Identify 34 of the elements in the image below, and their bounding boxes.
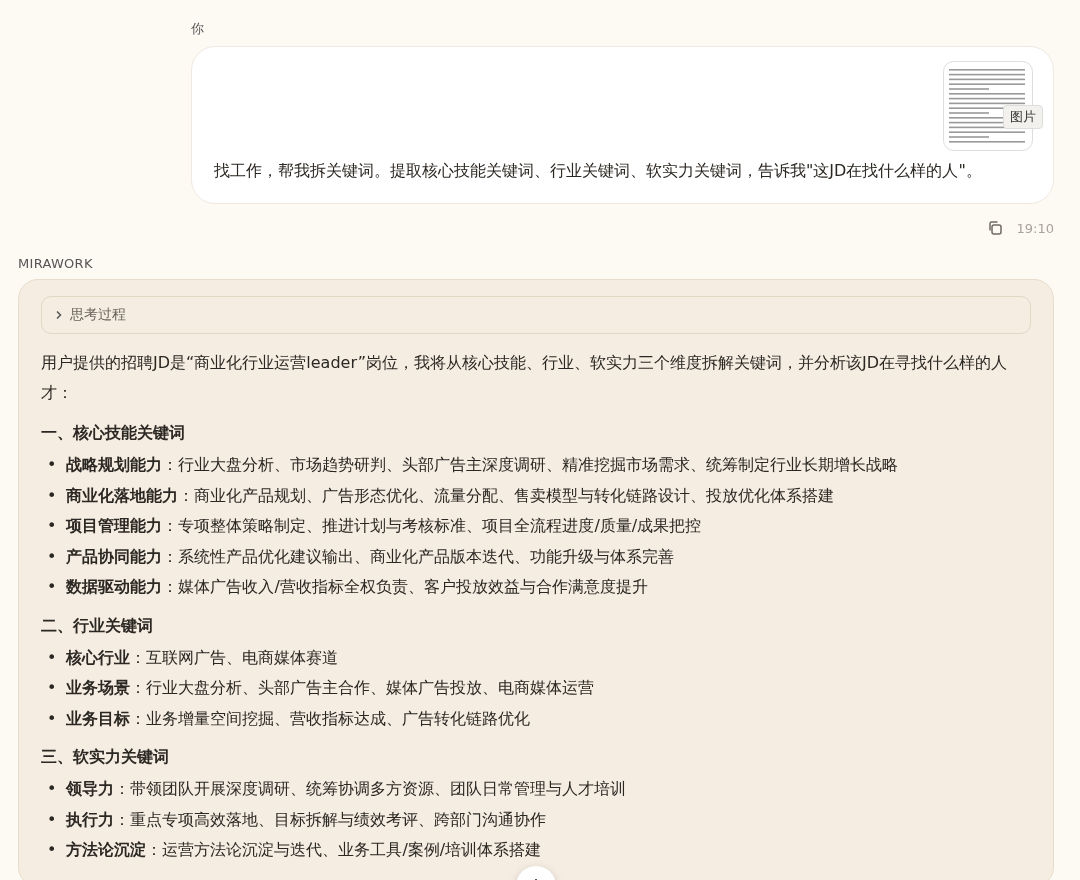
chevron-icon bbox=[54, 310, 64, 320]
bullet: • bbox=[47, 455, 57, 476]
keyword-item: 商业化落地能力：商业化产品规划、广告形态优化、流量分配、售卖模型与转化链路设计、投放优化体系搭建 bbox=[66, 484, 835, 507]
intro-paragraph: 用户提供的招聘JD是“商业化行业运营leader”岗位，我将从核心技能、行业、软实力三个维度拆解关键词，并分析该JD在寻找什么样的人才： bbox=[41, 352, 1008, 404]
message-time: 19:10 bbox=[1016, 220, 1054, 236]
keyword-item: 业务目标：业务增量空间挖掘、营收指标达成、广告转化链路优化 bbox=[66, 707, 531, 730]
copy-icon[interactable] bbox=[986, 220, 1003, 236]
thinking-toggle[interactable]: 思考过程 bbox=[41, 296, 1031, 334]
keyword-item: 执行力：重点专项高效落地、目标拆解与绩效考评、跨部门沟通协作 bbox=[66, 808, 547, 831]
sender-name: MIRAWORK bbox=[18, 256, 94, 271]
user-message-text: 找工作，帮我拆关键词。提取核心技能关键词、行业关键词、软实力关键词，告诉我"这JD在找什么样的人"。 bbox=[214, 160, 982, 182]
section-heading: 二、行业关键词 bbox=[41, 614, 154, 637]
sender-name: 你 bbox=[191, 20, 205, 38]
keyword-item: 项目管理能力：专项整体策略制定、推进计划与考核标准、项目全流程进度/质量/成果把控 bbox=[66, 515, 702, 538]
bullet: • bbox=[47, 809, 57, 830]
bullet: • bbox=[47, 546, 57, 567]
bullet: • bbox=[47, 577, 57, 598]
keyword-item: 核心行业：互联网广告、电商媒体赛道 bbox=[66, 646, 339, 669]
keyword-item: 方法论沉淀：运营方法论沉淀与迭代、业务工具/案例/培训体系搭建 bbox=[66, 839, 542, 862]
section-heading: 一、核心技能关键词 bbox=[41, 422, 186, 444]
keyword-item: 领导力：带领团队开展深度调研、统筹协调多方资源、团队日常管理与人才培训 bbox=[66, 778, 627, 801]
bullet: • bbox=[47, 708, 57, 729]
keyword-item: 战略规划能力：行业大盘分析、市场趋势研判、头部广告主深度调研、精准挖掘市场需求、统筹制定行业长期增长战略 bbox=[66, 454, 899, 477]
bullet: • bbox=[47, 678, 57, 699]
bullet: • bbox=[47, 516, 57, 537]
bullet: • bbox=[47, 779, 57, 800]
bullet: • bbox=[47, 840, 57, 861]
section-heading: 三、软实力关键词 bbox=[41, 746, 170, 768]
image-label: 图片 bbox=[1003, 105, 1043, 129]
keyword-item: 业务场景：行业大盘分析、头部广告主合作、媒体广告投放、电商媒体运营 bbox=[66, 677, 595, 700]
bullet: • bbox=[47, 485, 57, 506]
keyword-item: 产品协同能力：系统性产品优化建议输出、商业化产品版本迭代、功能升级与体系完善 bbox=[66, 545, 675, 568]
bullet: • bbox=[47, 647, 57, 668]
keyword-item: 数据驱动能力：媒体广告收入/营收指标全权负责、客户投放效益与合作满意度提升 bbox=[66, 576, 648, 599]
